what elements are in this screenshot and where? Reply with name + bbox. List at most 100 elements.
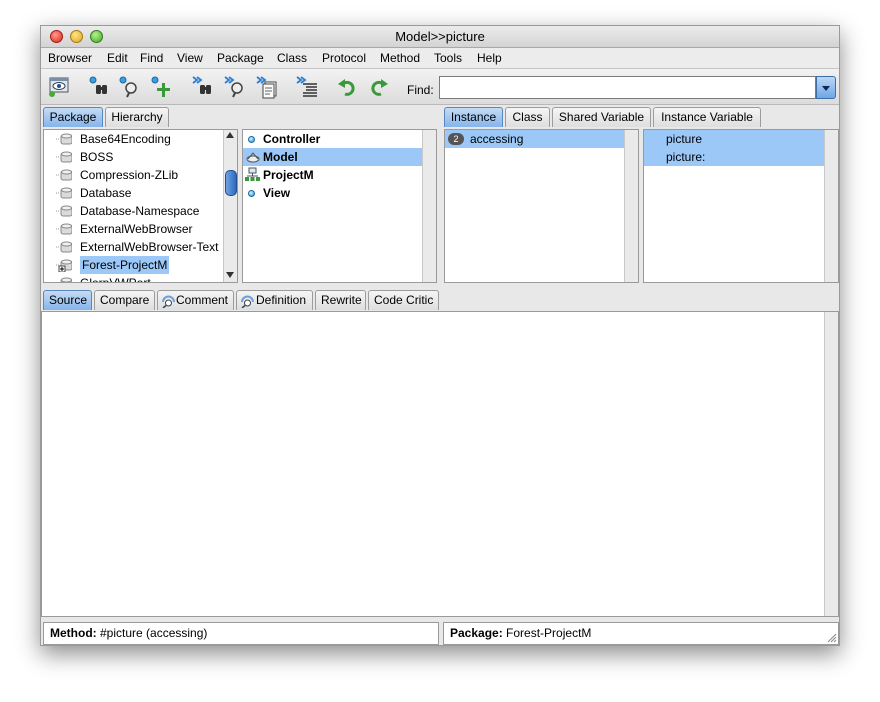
browse-window-icon[interactable] xyxy=(47,75,73,99)
tab-package[interactable]: Package xyxy=(43,107,103,127)
title-bar[interactable]: Model>>picture xyxy=(41,26,839,48)
package-expanded-icon xyxy=(56,259,72,272)
menu-method[interactable]: Method xyxy=(380,51,420,65)
menu-help[interactable]: Help xyxy=(477,51,502,65)
list-item[interactable]: Base64Encoding xyxy=(44,130,225,148)
find-label: Find: xyxy=(407,83,434,97)
tab-instance-variable[interactable]: Instance Variable xyxy=(653,107,761,127)
scroll-thumb[interactable] xyxy=(225,170,237,196)
protocol-count-badge: 2 xyxy=(448,133,464,145)
find-class-icon[interactable] xyxy=(87,75,113,99)
package-icon xyxy=(56,169,72,181)
source-scrollbar[interactable] xyxy=(824,312,838,616)
list-item[interactable]: Compression-ZLib xyxy=(44,166,225,184)
find-input[interactable] xyxy=(439,76,816,99)
format-code-icon[interactable] xyxy=(295,75,321,99)
package-name: Compression-ZLib xyxy=(80,168,179,182)
resize-grip-icon[interactable] xyxy=(827,633,837,643)
find-dropdown-button[interactable] xyxy=(816,76,836,99)
package-status-label: Package: xyxy=(450,626,503,640)
tab-instance[interactable]: Instance xyxy=(444,107,503,127)
model-class-icon xyxy=(246,152,260,163)
browser-window: Model>>picture Browser Edit Find View Pa… xyxy=(40,25,840,646)
find-next-source-icon[interactable] xyxy=(255,75,281,99)
method-name: picture xyxy=(666,132,703,146)
list-item[interactable]: BOSS xyxy=(44,148,225,166)
tab-label: Comment xyxy=(176,293,229,307)
scroll-down-icon[interactable] xyxy=(226,272,234,278)
package-icon xyxy=(56,133,72,145)
method-list[interactable]: picture picture: xyxy=(643,129,839,283)
method-list-scrollbar[interactable] xyxy=(824,130,838,282)
comment-magnifier-icon xyxy=(162,295,175,308)
method-name: picture: xyxy=(666,150,706,164)
definition-magnifier-icon xyxy=(241,295,254,308)
redo-icon[interactable] xyxy=(365,75,391,99)
package-name: ExternalWebBrowser-Text xyxy=(80,240,219,254)
package-icon xyxy=(56,223,72,235)
class-name: Controller xyxy=(263,132,321,146)
tab-compare[interactable]: Compare xyxy=(94,290,155,310)
list-item[interactable]: Database-Namespace xyxy=(44,202,225,220)
menu-view[interactable]: View xyxy=(177,51,203,65)
package-icon xyxy=(56,151,72,163)
list-item[interactable]: ExternalWebBrowser-Text xyxy=(44,238,225,256)
method-status-value: #picture (accessing) xyxy=(100,626,208,640)
method-status: Method: #picture (accessing) xyxy=(43,622,439,645)
list-item[interactable]: Controller xyxy=(243,130,424,148)
tab-rewrite[interactable]: Rewrite xyxy=(315,290,366,310)
protocol-list-scrollbar[interactable] xyxy=(624,130,638,282)
class-dot-icon xyxy=(248,136,255,143)
list-item-selected[interactable]: 2 accessing xyxy=(445,130,626,148)
menu-class[interactable]: Class xyxy=(277,51,307,65)
list-item-selected[interactable]: picture xyxy=(644,130,826,148)
package-list[interactable]: Base64Encoding BOSS Compression-ZLib Dat… xyxy=(43,129,238,283)
menu-package[interactable]: Package xyxy=(217,51,264,65)
list-item[interactable]: View xyxy=(243,184,424,202)
menu-edit[interactable]: Edit xyxy=(107,51,128,65)
menu-protocol[interactable]: Protocol xyxy=(322,51,366,65)
tab-source[interactable]: Source xyxy=(43,290,92,310)
protocol-list[interactable]: 2 accessing xyxy=(444,129,639,283)
package-icon xyxy=(56,241,72,253)
list-item[interactable]: GlorpVWPort xyxy=(44,274,225,283)
package-name: Database xyxy=(80,186,132,200)
package-name: GlorpVWPort xyxy=(80,276,151,283)
list-item-selected[interactable]: picture: xyxy=(644,148,826,166)
tab-class[interactable]: Class xyxy=(505,107,550,127)
undo-icon[interactable] xyxy=(335,75,361,99)
find-next-class-icon[interactable] xyxy=(191,75,217,99)
package-name: Database-Namespace xyxy=(80,204,200,218)
list-item[interactable]: ExternalWebBrowser xyxy=(44,220,225,238)
source-code-editor[interactable] xyxy=(41,311,839,617)
package-name: ExternalWebBrowser xyxy=(80,222,193,236)
package-status-value: Forest-ProjectM xyxy=(506,626,592,640)
tab-shared-variable[interactable]: Shared Variable xyxy=(552,107,651,127)
find-method-icon[interactable] xyxy=(117,75,143,99)
package-icon xyxy=(60,277,72,282)
add-icon[interactable] xyxy=(149,75,175,99)
class-name: ProjectM xyxy=(263,168,314,182)
menu-find[interactable]: Find xyxy=(140,51,163,65)
list-item-selected[interactable]: Forest-ProjectM xyxy=(44,256,225,274)
protocol-name: accessing xyxy=(470,132,524,146)
tab-hierarchy[interactable]: Hierarchy xyxy=(105,107,169,127)
class-name: Model xyxy=(263,150,298,164)
scroll-up-icon[interactable] xyxy=(226,132,234,138)
class-list[interactable]: Controller Model ProjectM View xyxy=(242,129,437,283)
tab-comment[interactable]: Comment xyxy=(157,290,234,310)
package-status: Package: Forest-ProjectM xyxy=(443,622,839,645)
menu-tools[interactable]: Tools xyxy=(434,51,462,65)
list-item[interactable]: ProjectM xyxy=(243,166,424,184)
list-item-selected[interactable]: Model xyxy=(243,148,424,166)
menu-browser[interactable]: Browser xyxy=(48,51,92,65)
package-name: Forest-ProjectM xyxy=(80,256,170,274)
find-next-method-icon[interactable] xyxy=(223,75,249,99)
package-name: BOSS xyxy=(80,150,114,164)
class-list-scrollbar[interactable] xyxy=(422,130,436,282)
tab-code-critic[interactable]: Code Critic xyxy=(368,290,439,310)
window-title: Model>>picture xyxy=(395,29,485,44)
list-item[interactable]: Database xyxy=(44,184,225,202)
package-list-scrollbar[interactable] xyxy=(223,130,237,282)
tab-definition[interactable]: Definition xyxy=(236,290,313,310)
